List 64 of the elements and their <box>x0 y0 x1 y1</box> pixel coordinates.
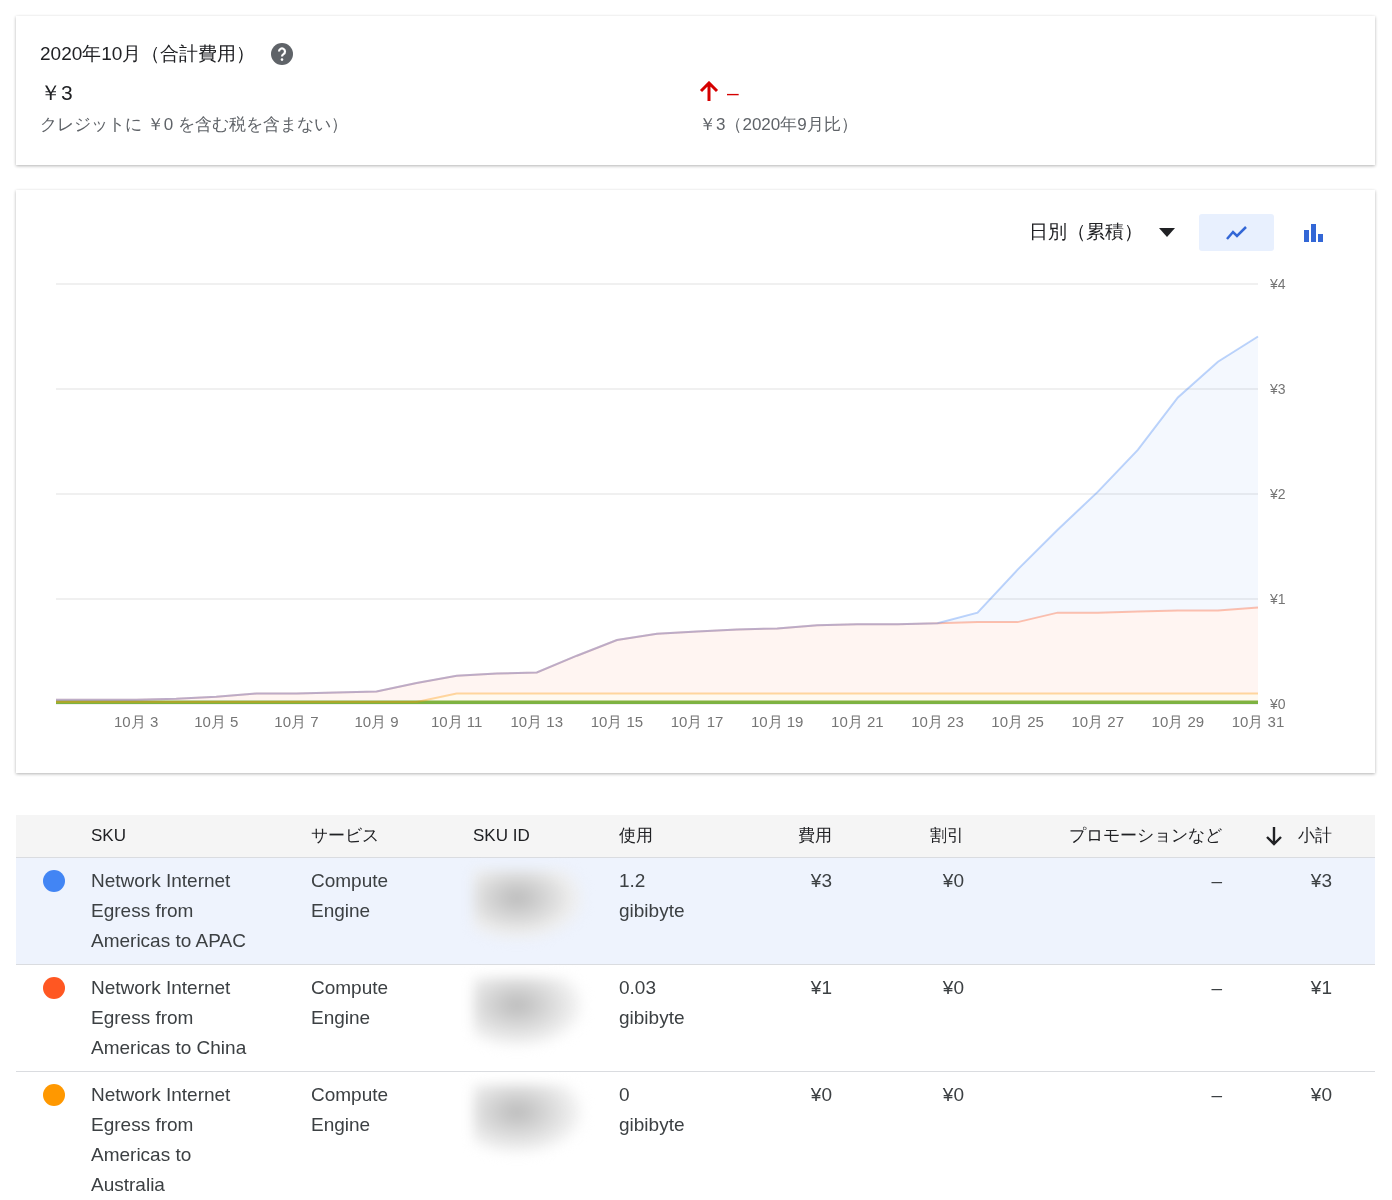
table-cell: ¥0 <box>942 870 964 891</box>
x-tick-label: 10月 27 <box>1071 713 1124 730</box>
line-chart-toggle[interactable] <box>1199 214 1274 251</box>
table-cell-text: 0 gibibyte <box>619 1083 686 1137</box>
column-header[interactable]: 割引 <box>930 826 964 846</box>
change-value: – <box>727 79 739 106</box>
period-dropdown[interactable]: 日別（累積） <box>1023 214 1181 251</box>
y-tick-label: ¥0 <box>1270 696 1286 712</box>
x-tick-label: 10月 19 <box>750 713 804 730</box>
column-header[interactable]: 小計 <box>1298 823 1332 849</box>
x-tick-label: 10月 11 <box>430 713 483 730</box>
table-cell: ¥3 <box>1310 870 1332 891</box>
table-cell: ¥3 <box>810 870 832 891</box>
table-cell: – <box>1211 870 1222 891</box>
x-tick-label: 10月 3 <box>114 713 159 730</box>
table-cell-text: Network Internet Egress from Americas to China <box>91 976 248 1060</box>
x-tick-label: 10月 21 <box>831 713 884 730</box>
x-tick-label: 10月 23 <box>911 713 964 730</box>
x-tick-label: 10月 13 <box>510 713 564 730</box>
table-cell-text: Network Internet Egress from Americas to Australia <box>91 1083 232 1197</box>
column-header[interactable]: 費用 <box>798 826 832 846</box>
column-header[interactable]: プロモーションなど <box>1069 826 1222 846</box>
x-tick-label: 10月 31 <box>1231 713 1285 730</box>
table-cell: ¥0 <box>942 1084 964 1105</box>
table-cell-text: Network Internet Egress from Americas to APAC <box>91 869 247 953</box>
column-header[interactable]: サービス <box>311 826 379 846</box>
table-row[interactable]: Network Internet Egress from Americas to China Compute Engine 0.03 gibibyte ¥1 ¥0 – ¥1 <box>16 965 1375 1072</box>
table-cell: ¥1 <box>810 977 832 998</box>
total-amount: ￥3 <box>40 80 73 104</box>
comparison-text: ￥3（2020年9月比） <box>699 115 858 134</box>
x-tick-label: 10月 7 <box>274 713 319 730</box>
table-cell-text: Compute Engine <box>311 976 390 1030</box>
bar-chart-icon <box>1303 223 1324 242</box>
help-icon[interactable] <box>271 43 294 66</box>
table-cell: – <box>1211 977 1222 998</box>
table-row[interactable]: Network Internet Egress from Americas to Australia Compute Engine 0 gibibyte ¥0 ¥0 – ¥0 <box>16 1072 1375 1200</box>
y-tick-label: ¥3 <box>1270 381 1286 397</box>
table-cell: ¥0 <box>942 977 964 998</box>
column-header[interactable]: SKU <box>91 826 126 846</box>
caret-icon <box>1159 228 1175 237</box>
line-chart-icon <box>1225 225 1248 240</box>
x-tick-label: 10月 29 <box>1151 713 1205 730</box>
y-tick-label: ¥2 <box>1270 486 1286 502</box>
table-row[interactable]: Network Internet Egress from Americas to APAC Compute Engine 1.2 gibibyte ¥3 ¥0 – ¥3 <box>16 858 1375 965</box>
column-header[interactable]: SKU ID <box>473 826 530 846</box>
table-cell: ¥1 <box>1310 977 1332 998</box>
x-tick-label: 10月 5 <box>194 713 239 730</box>
x-tick-label: 10月 25 <box>991 713 1044 730</box>
table-cell: ¥0 <box>1310 1084 1332 1105</box>
x-tick-label: 10月 17 <box>670 713 724 730</box>
credit-note: クレジットに ￥0 を含む税を含まない） <box>40 115 348 134</box>
table-cell-text: 1.2 gibibyte <box>619 869 686 923</box>
table-cell-text: Compute Engine <box>311 1083 390 1137</box>
table-cell: – <box>1211 1084 1222 1105</box>
table-cell: ¥0 <box>810 1084 832 1105</box>
table-cell-text: 0.03 gibibyte <box>619 976 686 1030</box>
x-tick-label: 10月 15 <box>590 713 644 730</box>
x-tick-label: 10月 9 <box>354 713 399 730</box>
table-cell-text: Compute Engine <box>311 869 390 923</box>
y-tick-label: ¥4 <box>1270 276 1286 292</box>
summary-title: 2020年10月（合計費用） <box>40 42 256 66</box>
y-tick-label: ¥1 <box>1270 591 1286 607</box>
column-header[interactable]: 使用 <box>619 826 653 846</box>
sort-down-icon[interactable] <box>1266 826 1282 846</box>
